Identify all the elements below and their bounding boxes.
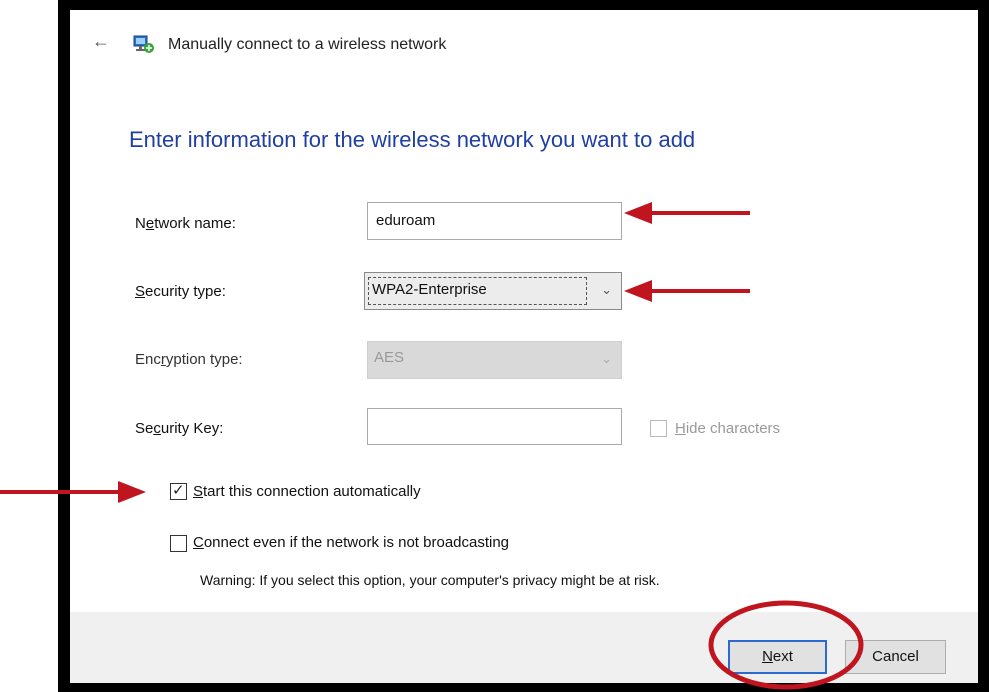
security-key-input[interactable] (367, 408, 622, 445)
page-heading: Enter information for the wireless netwo… (129, 127, 696, 152)
security-type-label: Security type: (135, 283, 226, 300)
connect-even-not-broadcasting-label[interactable]: Connect even if the network is not broad… (193, 534, 509, 551)
network-name-input[interactable]: eduroam (367, 202, 622, 240)
next-button[interactable]: Next (728, 640, 827, 674)
connect-even-not-broadcasting-checkbox[interactable] (170, 535, 187, 552)
encryption-type-value: AES (374, 349, 405, 366)
title-bar: ← Manually connect to a wireless network (70, 10, 978, 70)
wireless-connect-dialog: ← Manually connect to a wireless network… (70, 10, 978, 683)
encryption-type-select: AES ⌄ (367, 341, 622, 379)
checkmark-icon: ✓ (172, 482, 185, 499)
window-title: Manually connect to a wireless network (168, 36, 447, 53)
start-automatically-checkbox[interactable]: ✓ (170, 482, 187, 500)
security-key-label: Security Key: (135, 420, 224, 437)
wireless-network-icon (133, 35, 154, 53)
cancel-button[interactable]: Cancel (845, 640, 946, 674)
security-type-select[interactable]: WPA2-Enterprise ⌄ (364, 272, 622, 310)
chevron-down-icon: ⌄ (601, 282, 612, 297)
privacy-warning-text: Warning: If you select this option, your… (200, 572, 660, 588)
hide-characters-label: Hide characters (675, 420, 781, 437)
hide-characters-checkbox (650, 420, 667, 437)
encryption-type-label: Encryption type: (135, 351, 243, 368)
security-type-value: WPA2-Enterprise (368, 277, 587, 305)
start-automatically-label[interactable]: Start this connection automatically (193, 483, 421, 500)
dialog-footer: Next Cancel (70, 612, 978, 683)
network-name-label: Network name: (135, 215, 236, 232)
chevron-down-icon: ⌄ (601, 351, 612, 366)
back-arrow-icon[interactable]: ← (92, 32, 110, 50)
